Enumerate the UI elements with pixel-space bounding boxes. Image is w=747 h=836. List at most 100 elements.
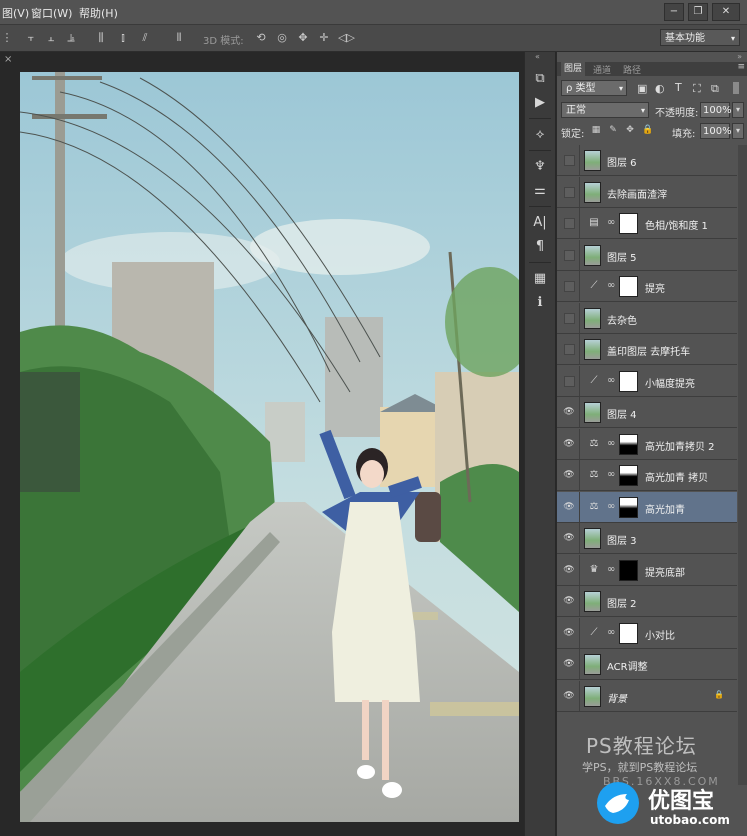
link-icon[interactable]: ∞ [607, 469, 615, 480]
blend-mode-select[interactable]: 正常 ▾ [561, 102, 649, 118]
layer-thumbnail[interactable] [584, 182, 601, 203]
tab-paths[interactable]: 路径 [623, 63, 641, 76]
layer-row[interactable]: 盖印图层 去摩托车 [557, 334, 737, 365]
character-icon[interactable]: A| [531, 214, 549, 232]
eye-icon[interactable]: 👁 [563, 438, 575, 450]
brush-presets-icon[interactable]: ⟡ [531, 126, 549, 144]
curves-icon[interactable]: ⟋ [587, 280, 601, 292]
layer-thumbnail[interactable] [584, 686, 601, 707]
panel-menu-icon[interactable]: ≡ [737, 62, 745, 72]
align-left-icon[interactable]: ⋮ [0, 31, 14, 45]
layer-thumbnail[interactable] [584, 528, 601, 549]
color-balance-icon[interactable]: ⚖ [587, 438, 601, 450]
actions-icon[interactable]: ▶ [531, 94, 549, 112]
restore-icon[interactable]: ❐ [688, 3, 708, 21]
paragraph-icon[interactable]: ¶ [531, 238, 549, 256]
slide-3d-icon[interactable]: ✛ [317, 31, 331, 45]
layers-scrollbar[interactable] [738, 145, 747, 785]
eye-icon[interactable]: 👁 [563, 658, 575, 670]
lock-pixels-icon[interactable]: ✎ [608, 125, 618, 135]
lock-transparent-icon[interactable]: ▦ [591, 125, 601, 135]
fill-input[interactable]: 100% [700, 123, 732, 139]
filter-adjustment-icon[interactable]: ◐ [655, 82, 665, 95]
menu-help[interactable]: 帮助(H) [79, 5, 118, 21]
levels-icon[interactable]: ♛ [587, 564, 601, 576]
align-vcenter-icon[interactable]: ⫠ [44, 31, 58, 45]
filter-smart-icon[interactable]: ⧉ [711, 82, 719, 96]
visibility-toggle[interactable] [564, 281, 575, 292]
layer-row[interactable]: ▤ ∞ 色相/饱和度 1 [557, 208, 737, 239]
eye-icon[interactable]: 👁 [563, 532, 575, 544]
filter-type-icon[interactable]: T [675, 81, 682, 94]
layer-thumbnail[interactable] [584, 245, 601, 266]
scale-3d-icon[interactable]: ◁▷ [338, 31, 355, 45]
tab-channels[interactable]: 通道 [593, 63, 611, 76]
roll-3d-icon[interactable]: ◎ [275, 31, 289, 45]
auto-align-icon[interactable]: ⫴ [172, 31, 186, 45]
layer-row[interactable]: 👁 ♛ ∞ 提亮底部 [557, 555, 737, 586]
swatches-icon[interactable]: ▦ [531, 270, 549, 288]
menu-view[interactable]: 图(V) [2, 5, 29, 21]
visibility-toggle[interactable] [564, 218, 575, 229]
eye-icon[interactable]: 👁 [563, 406, 575, 418]
visibility-toggle[interactable] [564, 344, 575, 355]
visibility-toggle[interactable] [564, 187, 575, 198]
layer-row[interactable]: ⟋ ∞ 提亮 [557, 271, 737, 302]
eye-icon[interactable]: 👁 [563, 595, 575, 607]
distribute-hcenter-icon[interactable]: ⫾ [116, 31, 130, 45]
collapse-icon[interactable]: « [535, 52, 540, 61]
workspace-select[interactable]: 基本功能 ▾ [660, 29, 740, 46]
visibility-toggle[interactable] [564, 250, 575, 261]
history-icon[interactable]: ⧉ [531, 70, 549, 88]
eye-icon[interactable]: 👁 [563, 564, 575, 576]
brush-icon[interactable]: ♆ [531, 158, 549, 176]
filter-toggle[interactable] [733, 82, 739, 94]
opacity-input[interactable]: 100% [700, 102, 732, 118]
layer-row[interactable]: 图层 6 [557, 145, 737, 176]
panel-collapse-icon[interactable]: » [737, 52, 742, 61]
minimize-icon[interactable]: − [664, 3, 684, 21]
layer-row[interactable]: 去杂色 [557, 303, 737, 334]
layer-thumbnail[interactable] [584, 339, 601, 360]
hue-saturation-icon[interactable]: ▤ [587, 217, 601, 229]
filter-shape-icon[interactable]: ⛶ [693, 82, 701, 96]
align-top-icon[interactable]: ⫟ [24, 31, 38, 45]
eye-icon[interactable]: 👁 [563, 690, 575, 702]
layer-thumbnail[interactable] [584, 150, 601, 171]
layer-mask-thumbnail[interactable] [619, 434, 638, 455]
menu-window[interactable]: 窗口(W) [31, 5, 72, 21]
drag-3d-icon[interactable]: ✥ [296, 31, 310, 45]
document-close-icon[interactable]: × [4, 54, 12, 65]
tool-presets-icon[interactable]: ⚌ [531, 182, 549, 200]
layer-thumbnail[interactable] [584, 654, 601, 675]
layer-mask-thumbnail[interactable] [619, 497, 638, 518]
fill-dropdown-icon[interactable]: ▾ [732, 123, 744, 139]
layer-row[interactable]: 👁 图层 3 [557, 523, 737, 554]
layer-row[interactable]: 👁 背景 🔒 [557, 681, 737, 712]
align-bottom-icon[interactable]: ⫡ [64, 31, 78, 45]
info-icon[interactable]: ℹ [531, 294, 549, 312]
link-icon[interactable]: ∞ [607, 627, 615, 638]
curves-icon[interactable]: ⟋ [587, 627, 601, 639]
lock-all-icon[interactable]: 🔒 [642, 125, 653, 135]
layer-thumbnail[interactable] [584, 591, 601, 612]
link-icon[interactable]: ∞ [607, 438, 615, 449]
opacity-dropdown-icon[interactable]: ▾ [732, 102, 744, 118]
link-icon[interactable]: ∞ [607, 217, 615, 228]
layer-mask-thumbnail[interactable] [619, 213, 638, 234]
layer-mask-thumbnail[interactable] [619, 465, 638, 486]
eye-icon[interactable]: 👁 [563, 501, 575, 513]
visibility-toggle[interactable] [564, 313, 575, 324]
link-icon[interactable]: ∞ [607, 375, 615, 386]
layer-mask-thumbnail[interactable] [619, 371, 638, 392]
layer-filter-select[interactable]: ρ 类型 ▾ [561, 80, 627, 96]
curves-icon[interactable]: ⟋ [587, 375, 601, 387]
distribute-left-icon[interactable]: ⫼ [94, 31, 108, 45]
layer-row[interactable]: 👁 ⟋ ∞ 小对比 [557, 618, 737, 649]
layer-row[interactable]: 👁 ⚖ ∞ 高光加青拷贝 2 [557, 429, 737, 460]
layer-mask-thumbnail[interactable] [619, 560, 638, 581]
layer-thumbnail[interactable] [584, 308, 601, 329]
filter-pixel-icon[interactable]: ▣ [637, 82, 647, 95]
layer-row[interactable]: 👁 图层 2 [557, 586, 737, 617]
layer-mask-thumbnail[interactable] [619, 276, 638, 297]
